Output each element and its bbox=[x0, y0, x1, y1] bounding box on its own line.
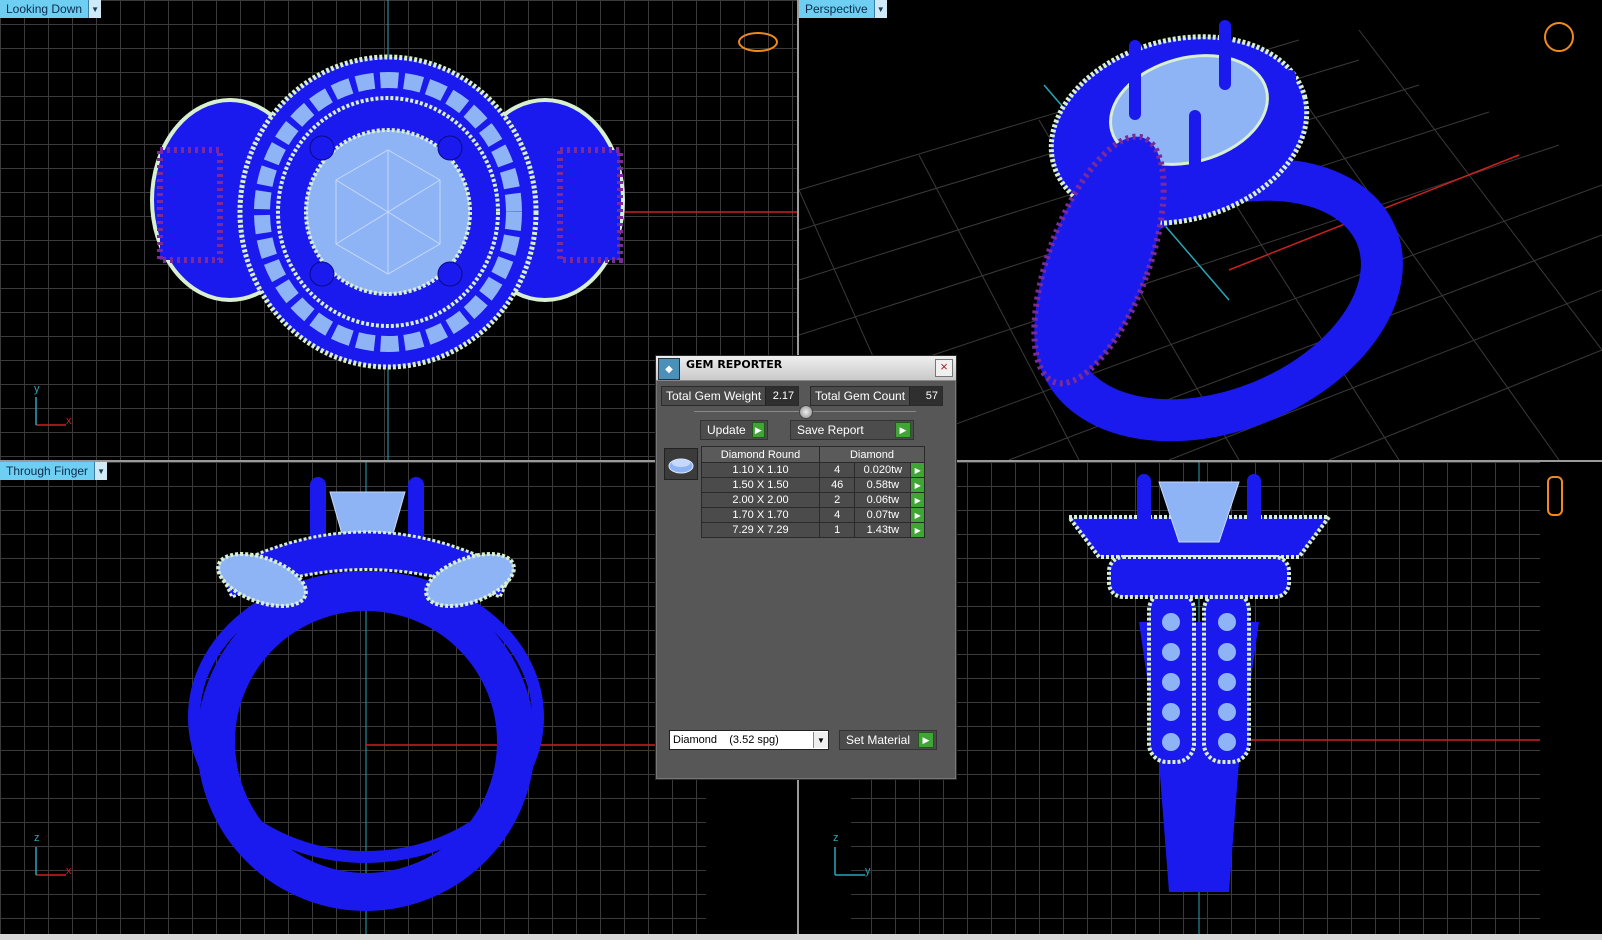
play-arrow-icon: ▶ bbox=[751, 422, 765, 438]
table-row[interactable]: 1.10 X 1.10 4 0.020tw ▶ bbox=[701, 462, 925, 478]
set-material-button-label: Set Material bbox=[846, 733, 911, 747]
viewport-title: Through Finger bbox=[0, 462, 95, 480]
play-arrow-icon[interactable]: ▶ bbox=[910, 492, 925, 508]
gem-shape-thumbnail[interactable] bbox=[664, 448, 698, 480]
gem-list-table: Diamond Round Diamond 1.10 X 1.10 4 0.02… bbox=[701, 446, 925, 538]
column-header-material: Diamond bbox=[819, 446, 925, 463]
total-gem-count-value: 57 bbox=[909, 387, 943, 405]
dropdown-arrow-icon[interactable]: ▼ bbox=[813, 732, 828, 748]
gem-weight: 0.07tw bbox=[854, 507, 912, 523]
size-slider-handle[interactable] bbox=[799, 405, 813, 419]
total-gem-weight-value: 2.17 bbox=[765, 387, 799, 405]
table-row[interactable]: 1.50 X 1.50 46 0.58tw ▶ bbox=[701, 477, 925, 493]
save-report-button[interactable]: Save Report ▶ bbox=[790, 420, 914, 440]
gem-reporter-icon: ◆ bbox=[658, 358, 680, 380]
view-cube-ring-icon[interactable] bbox=[1547, 476, 1563, 516]
gem-size: 7.29 X 7.29 bbox=[701, 522, 820, 538]
gem-size: 2.00 X 2.00 bbox=[701, 492, 820, 508]
total-gem-count: Total Gem Count 57 bbox=[810, 386, 944, 406]
table-row[interactable]: 2.00 X 2.00 2 0.06tw ▶ bbox=[701, 492, 925, 508]
gem-weight: 0.020tw bbox=[854, 462, 912, 478]
gem-size: 1.50 X 1.50 bbox=[701, 477, 820, 493]
play-arrow-icon[interactable]: ▶ bbox=[910, 522, 925, 538]
gem-count: 46 bbox=[818, 477, 856, 493]
update-button[interactable]: Update ▶ bbox=[700, 420, 768, 440]
gem-size: 1.10 X 1.10 bbox=[701, 462, 820, 478]
axis-label-y: y bbox=[865, 865, 871, 877]
gem-table-header: Diamond Round Diamond bbox=[701, 446, 925, 463]
save-report-button-label: Save Report bbox=[797, 423, 864, 437]
axis-label-z: z bbox=[34, 832, 40, 844]
table-row[interactable]: 1.70 X 1.70 4 0.07tw ▶ bbox=[701, 507, 925, 523]
dropdown-arrow-icon[interactable]: ▼ bbox=[88, 0, 102, 18]
total-gem-weight-label: Total Gem Weight bbox=[666, 389, 762, 403]
gem-size: 1.70 X 1.70 bbox=[701, 507, 820, 523]
gem-count: 4 bbox=[818, 462, 856, 478]
total-gem-weight: Total Gem Weight 2.17 bbox=[661, 386, 800, 406]
table-row[interactable]: 7.29 X 7.29 1 1.43tw ▶ bbox=[701, 522, 925, 538]
material-select-value: Diamond (3.52 spg) bbox=[673, 734, 779, 746]
gem-count: 2 bbox=[818, 492, 856, 508]
play-arrow-icon[interactable]: ▶ bbox=[910, 507, 925, 523]
axis-label-x: x bbox=[66, 415, 72, 427]
gem-weight: 0.58tw bbox=[854, 477, 912, 493]
axis-label-y: y bbox=[34, 383, 40, 395]
column-header-shape: Diamond Round bbox=[701, 446, 820, 463]
material-select[interactable]: Diamond (3.52 spg) ▼ bbox=[669, 730, 829, 750]
dropdown-arrow-icon[interactable]: ▼ bbox=[873, 0, 887, 18]
viewport-label[interactable]: Through Finger ▼ bbox=[0, 462, 108, 480]
viewport-title: Looking Down bbox=[0, 0, 89, 18]
play-arrow-icon[interactable]: ▶ bbox=[910, 477, 925, 493]
gem-count: 4 bbox=[818, 507, 856, 523]
gem-weight: 0.06tw bbox=[854, 492, 912, 508]
viewport-label[interactable]: Perspective ▼ bbox=[799, 0, 887, 18]
dropdown-arrow-icon[interactable]: ▼ bbox=[94, 462, 108, 480]
viewport-label[interactable]: Looking Down ▼ bbox=[0, 0, 102, 18]
view-cube-ring-icon[interactable] bbox=[1544, 22, 1574, 52]
gem-reporter-dialog[interactable]: ◆ GEM REPORTER × Total Gem Weight 2.17 T… bbox=[655, 355, 957, 780]
close-icon[interactable]: × bbox=[935, 359, 953, 377]
gem-count: 1 bbox=[818, 522, 856, 538]
play-arrow-icon: ▶ bbox=[895, 422, 911, 438]
total-gem-count-label: Total Gem Count bbox=[815, 389, 906, 403]
gem-weight: 1.43tw bbox=[854, 522, 912, 538]
dialog-title-bar[interactable]: ◆ GEM REPORTER × bbox=[656, 356, 956, 381]
status-strip bbox=[0, 934, 1602, 940]
dialog-title: GEM REPORTER bbox=[686, 358, 783, 371]
round-diamond-icon bbox=[668, 458, 694, 474]
update-button-label: Update bbox=[707, 423, 746, 437]
play-arrow-icon[interactable]: ▶ bbox=[910, 462, 925, 478]
set-material-button[interactable]: Set Material ▶ bbox=[839, 730, 937, 750]
play-arrow-icon: ▶ bbox=[918, 732, 934, 748]
view-cube-ring-icon[interactable] bbox=[738, 32, 778, 52]
axis-label-x: x bbox=[66, 865, 72, 877]
axis-label-z: z bbox=[833, 832, 839, 844]
viewport-title: Perspective bbox=[799, 0, 874, 18]
